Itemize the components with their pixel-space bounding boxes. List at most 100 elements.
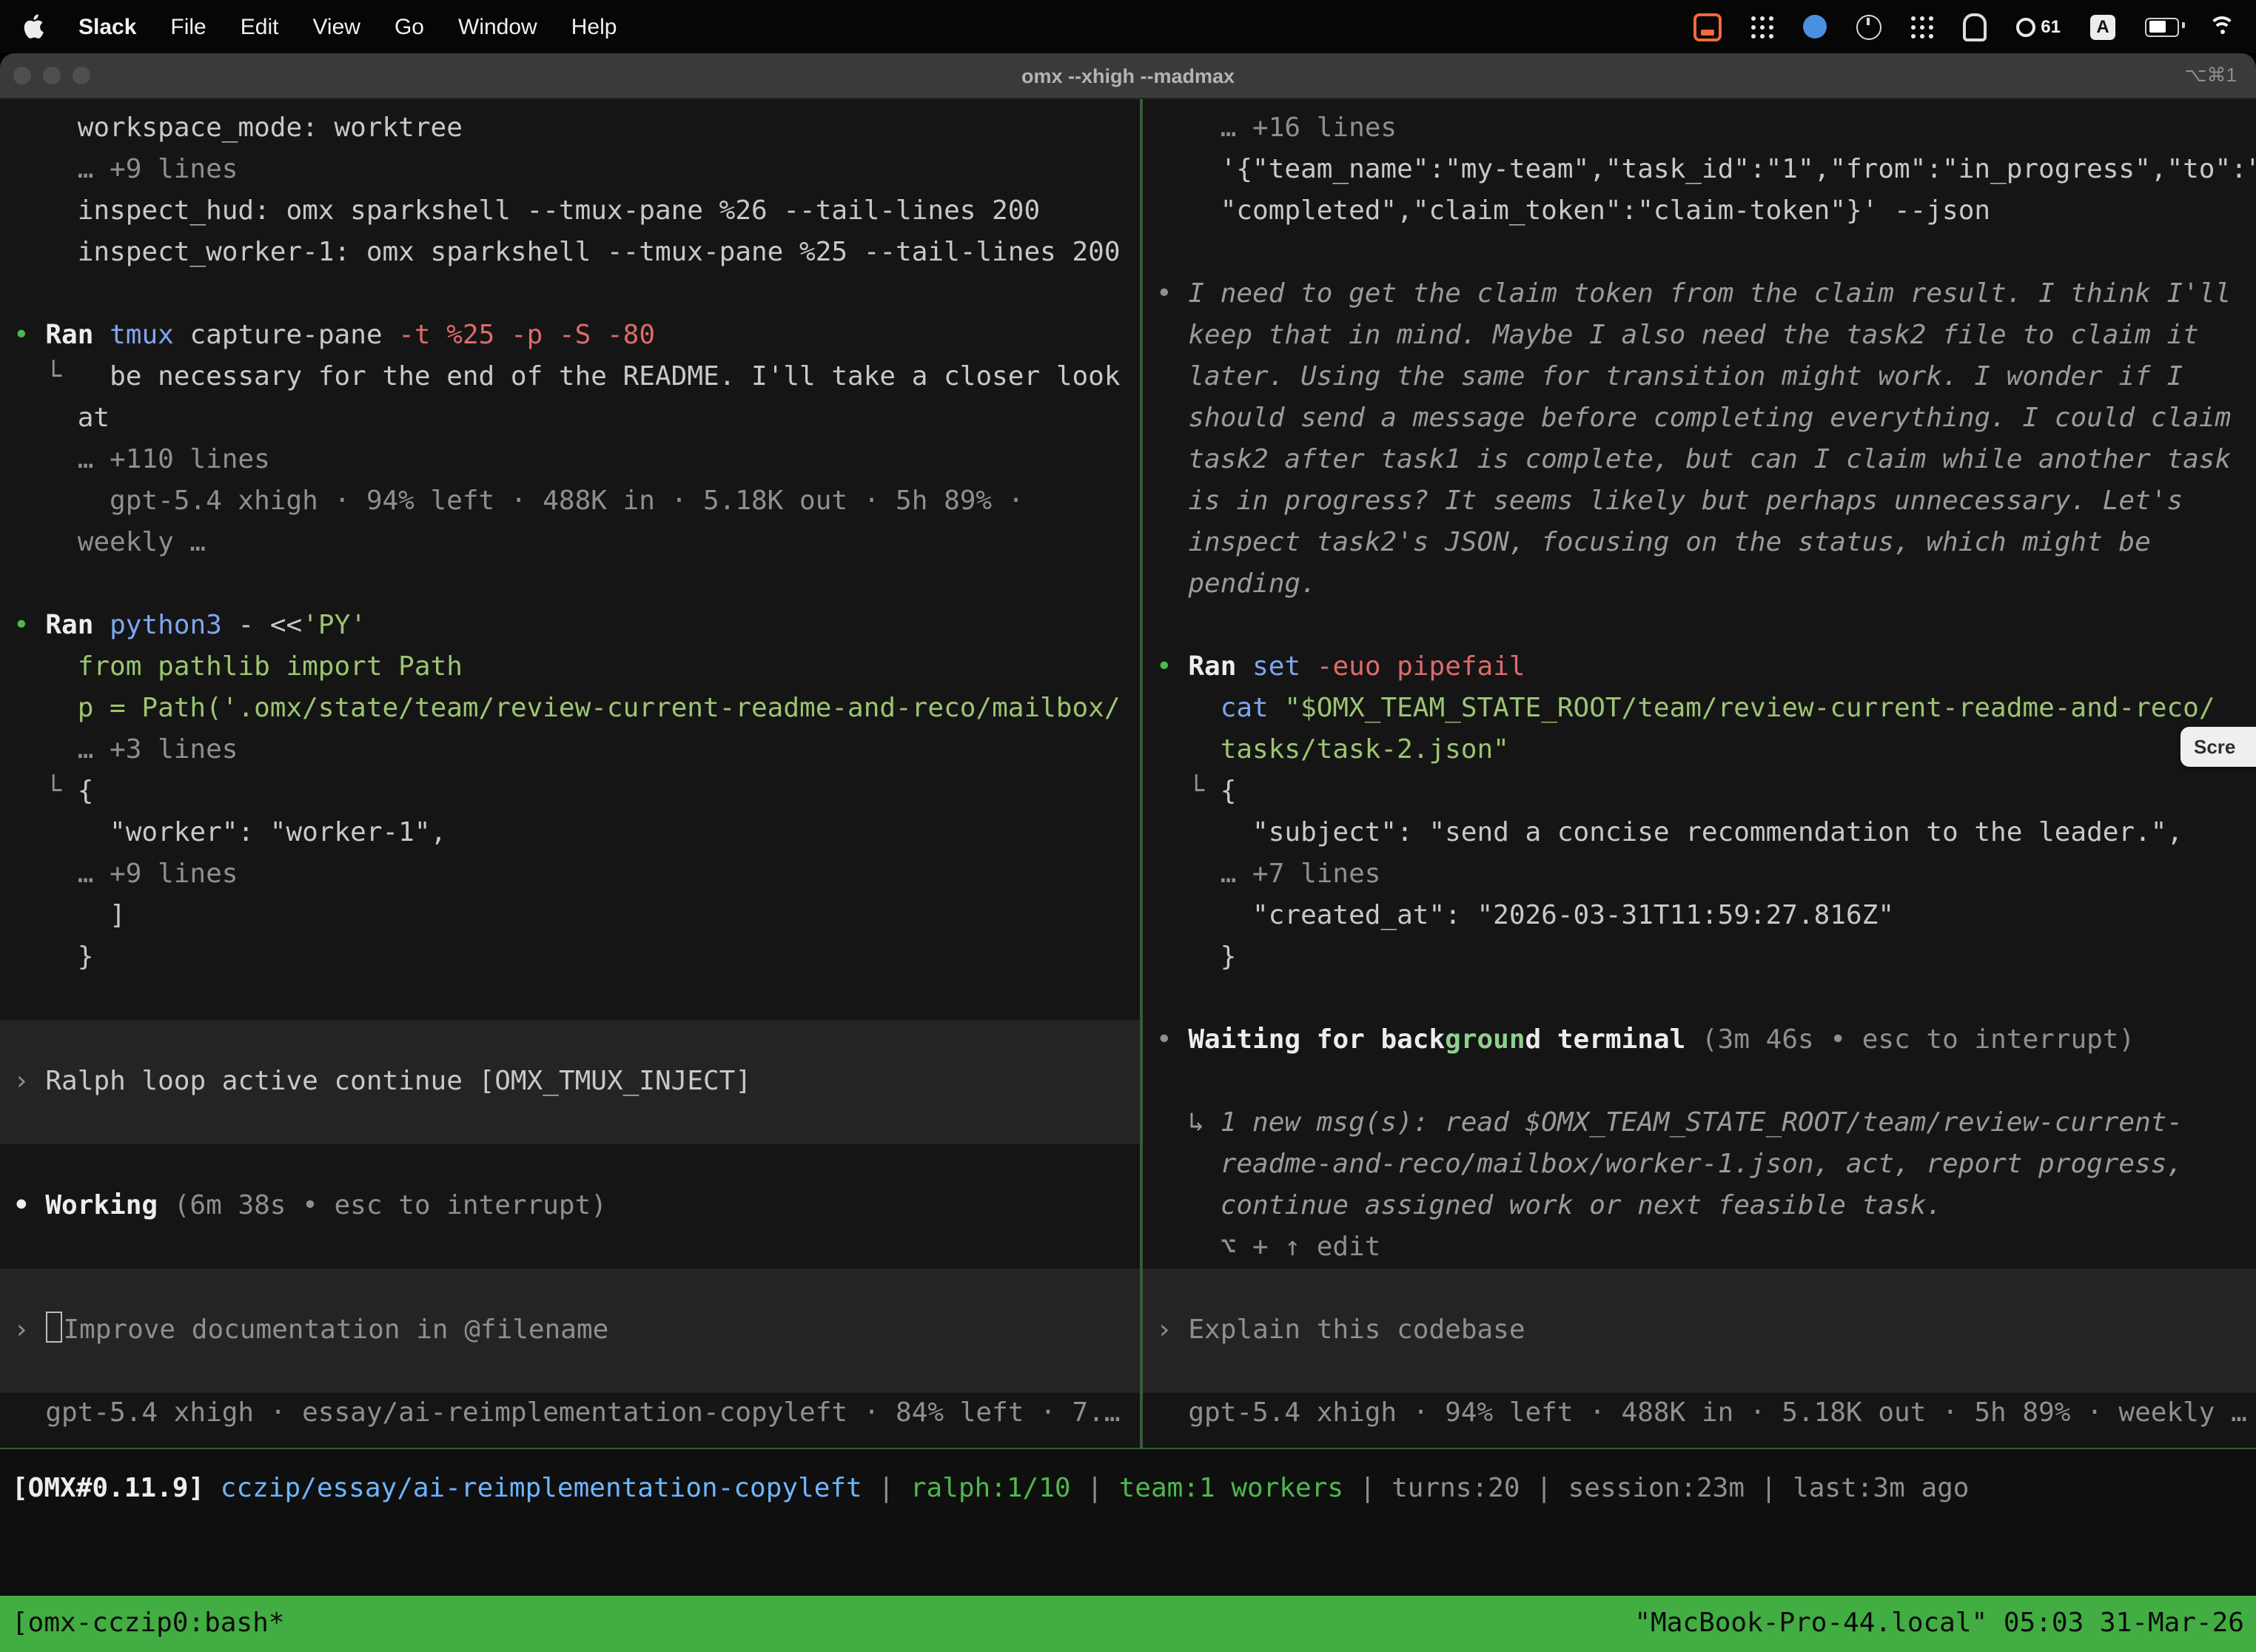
wifi-icon[interactable] bbox=[2209, 16, 2235, 37]
text-segment: • bbox=[1156, 278, 1188, 309]
terminal-line: • Ran tmux capture-pane -t %25 -p -S -80 bbox=[0, 315, 1140, 357]
text-segment: Ran bbox=[1188, 651, 1252, 682]
screen-share-popup[interactable]: Scre bbox=[2181, 727, 2256, 767]
text-segment: continue assigned work or next feasible … bbox=[1156, 1190, 1942, 1221]
text-segment: task2 after task1 is complete, but can I… bbox=[1156, 444, 2231, 475]
menu-item-go[interactable]: Go bbox=[395, 14, 424, 39]
terminal-line: cat "$OMX_TEAM_STATE_ROOT/team/review-cu… bbox=[1143, 688, 2256, 730]
text-segment: tmux bbox=[110, 320, 189, 351]
text-segment: Improve documentation in @filename bbox=[63, 1314, 608, 1346]
text-segment: Ran bbox=[45, 320, 110, 351]
close-button[interactable] bbox=[13, 67, 31, 84]
terminal-line: task2 after task1 is complete, but can I… bbox=[1143, 440, 2256, 481]
text-segment: • bbox=[13, 320, 45, 351]
terminal-line: › Explain this codebase bbox=[1143, 1310, 2256, 1352]
text-segment: … +9 lines bbox=[13, 154, 238, 185]
text-segment: I need to get the claim token from the c… bbox=[1188, 278, 2231, 309]
text-segment: cat bbox=[1156, 693, 1284, 724]
terminal-line: • Ran set -euo pipefail bbox=[1143, 647, 2256, 688]
terminal-line bbox=[0, 1227, 1140, 1269]
text-segment: | bbox=[878, 1473, 910, 1504]
menu-item-edit[interactable]: Edit bbox=[241, 14, 279, 39]
text-segment: … +9 lines bbox=[13, 859, 238, 890]
text-segment: Explain this codebase bbox=[1188, 1314, 1525, 1346]
terminal-line: • I need to get the claim token from the… bbox=[1143, 274, 2256, 315]
text-segment: session:23m bbox=[1568, 1473, 1761, 1504]
terminal-line: › Ralph loop active continue [OMX_TMUX_I… bbox=[0, 1061, 1140, 1103]
text-segment: capture-pane bbox=[189, 320, 398, 351]
terminal-line: "subject": "send a concise recommendatio… bbox=[1143, 813, 2256, 854]
text-segment: › bbox=[13, 1066, 45, 1097]
text-segment: python3 bbox=[110, 610, 238, 641]
text-segment: inspect_hud: omx sparkshell --tmux-pane … bbox=[13, 195, 1040, 226]
terminal-pane-right[interactable]: … +16 lines '{"team_name":"my-team","tas… bbox=[1143, 99, 2256, 1448]
battery-percentage-badge[interactable]: 61 bbox=[2015, 16, 2061, 37]
text-segment: Ran bbox=[45, 610, 110, 641]
terminal-line bbox=[0, 1269, 1140, 1310]
terminal-line bbox=[0, 1020, 1140, 1061]
terminal-line: "worker": "worker-1", bbox=[0, 813, 1140, 854]
text-segment: should send a message before completing … bbox=[1156, 403, 2231, 434]
apple-menu-icon[interactable] bbox=[22, 13, 44, 40]
grid-app-icon[interactable] bbox=[1910, 16, 1933, 38]
menu-bar-left: Slack File Edit View Go Window Help bbox=[0, 13, 617, 40]
text-segment: "completed","claim_token":"claim-token"}… bbox=[1156, 195, 1990, 226]
input-source-icon[interactable]: A bbox=[2090, 14, 2115, 39]
text-segment: weekly … bbox=[13, 527, 206, 558]
dial-app-icon[interactable] bbox=[1856, 14, 1881, 39]
text-segment: cczip/essay/ai-reimplementation-copyleft bbox=[221, 1473, 879, 1504]
text-segment: gpt-5.4 xhigh · 94% left · 488K in · 5.1… bbox=[1156, 1397, 2247, 1428]
text-segment: • Working bbox=[13, 1190, 174, 1221]
text-segment: Ralph loop active continue [OMX_TMUX_INJ… bbox=[45, 1066, 751, 1097]
terminal-pane-left[interactable]: workspace_mode: worktree … +9 lines insp… bbox=[0, 99, 1140, 1448]
ghost-app-icon[interactable] bbox=[1962, 13, 1986, 41]
terminal-line bbox=[0, 564, 1140, 605]
minimize-button[interactable] bbox=[43, 67, 61, 84]
blue-app-icon[interactable] bbox=[1802, 15, 1826, 38]
terminal-line: … +9 lines bbox=[0, 854, 1140, 896]
terminal-line: └ { bbox=[0, 771, 1140, 813]
terminal-line: ] bbox=[0, 896, 1140, 937]
text-segment: pending. bbox=[1156, 568, 1317, 600]
terminal-line: … +110 lines bbox=[0, 440, 1140, 481]
text-segment: | bbox=[1087, 1473, 1118, 1504]
battery-icon[interactable] bbox=[2145, 17, 2179, 36]
battery-percent-value: 61 bbox=[2041, 16, 2061, 37]
window-titlebar[interactable]: omx --xhigh --madmax ⌥⌘1 bbox=[0, 53, 2256, 99]
traffic-lights bbox=[0, 67, 90, 84]
text-segment: gpt-5.4 xhigh · 94% left · 488K in · 5.1… bbox=[13, 486, 1024, 517]
screen-recording-icon[interactable] bbox=[1693, 13, 1721, 41]
terminal-line: "completed","claim_token":"claim-token"}… bbox=[1143, 191, 2256, 232]
text-segment: | bbox=[1536, 1473, 1568, 1504]
menu-item-file[interactable]: File bbox=[170, 14, 206, 39]
gauge-icon bbox=[2015, 17, 2035, 36]
terminal-line: is in progress? It seems likely but perh… bbox=[1143, 481, 2256, 523]
window-title: omx --xhigh --madmax bbox=[0, 64, 2256, 87]
text-segment: is in progress? It seems likely but perh… bbox=[1156, 486, 2183, 517]
text-segment: "created_at": "2026-03-31T11:59:27.816Z" bbox=[1156, 900, 1894, 931]
terminal-line: └ be necessary for the end of the README… bbox=[0, 357, 1140, 398]
terminal-line: [OMX#0.11.9] cczip/essay/ai-reimplementa… bbox=[0, 1468, 2256, 1510]
terminal-line: gpt-5.4 xhigh · essay/ai-reimplementatio… bbox=[0, 1393, 1140, 1434]
text-segment: | bbox=[1761, 1473, 1793, 1504]
text-segment: ralph:1/10 bbox=[910, 1473, 1087, 1504]
zoom-button[interactable] bbox=[73, 67, 90, 84]
text-segment: workspace_mode: worktree bbox=[13, 113, 463, 144]
terminal-line: inspect task2's JSON, focusing on the st… bbox=[1143, 523, 2256, 564]
terminal-line: from pathlib import Path bbox=[0, 647, 1140, 688]
terminal-line: … +7 lines bbox=[1143, 854, 2256, 896]
menu-item-help[interactable]: Help bbox=[571, 14, 617, 39]
text-segment: › bbox=[13, 1314, 45, 1346]
menu-app-name[interactable]: Slack bbox=[78, 14, 136, 39]
terminal-line bbox=[1143, 605, 2256, 647]
menu-item-window[interactable]: Window bbox=[458, 14, 537, 39]
text-segment: gpt-5.4 xhigh · essay/ai-reimplementatio… bbox=[13, 1397, 1121, 1428]
terminal-line: … +3 lines bbox=[0, 730, 1140, 771]
menu-item-view[interactable]: View bbox=[312, 14, 360, 39]
keypad-icon[interactable] bbox=[1750, 16, 1773, 38]
terminal-line: pending. bbox=[1143, 564, 2256, 605]
terminal-line bbox=[1143, 232, 2256, 274]
terminal-line bbox=[0, 1144, 1140, 1186]
terminal-line bbox=[1143, 978, 2256, 1020]
text-segment: d terminal bbox=[1525, 1024, 1702, 1055]
